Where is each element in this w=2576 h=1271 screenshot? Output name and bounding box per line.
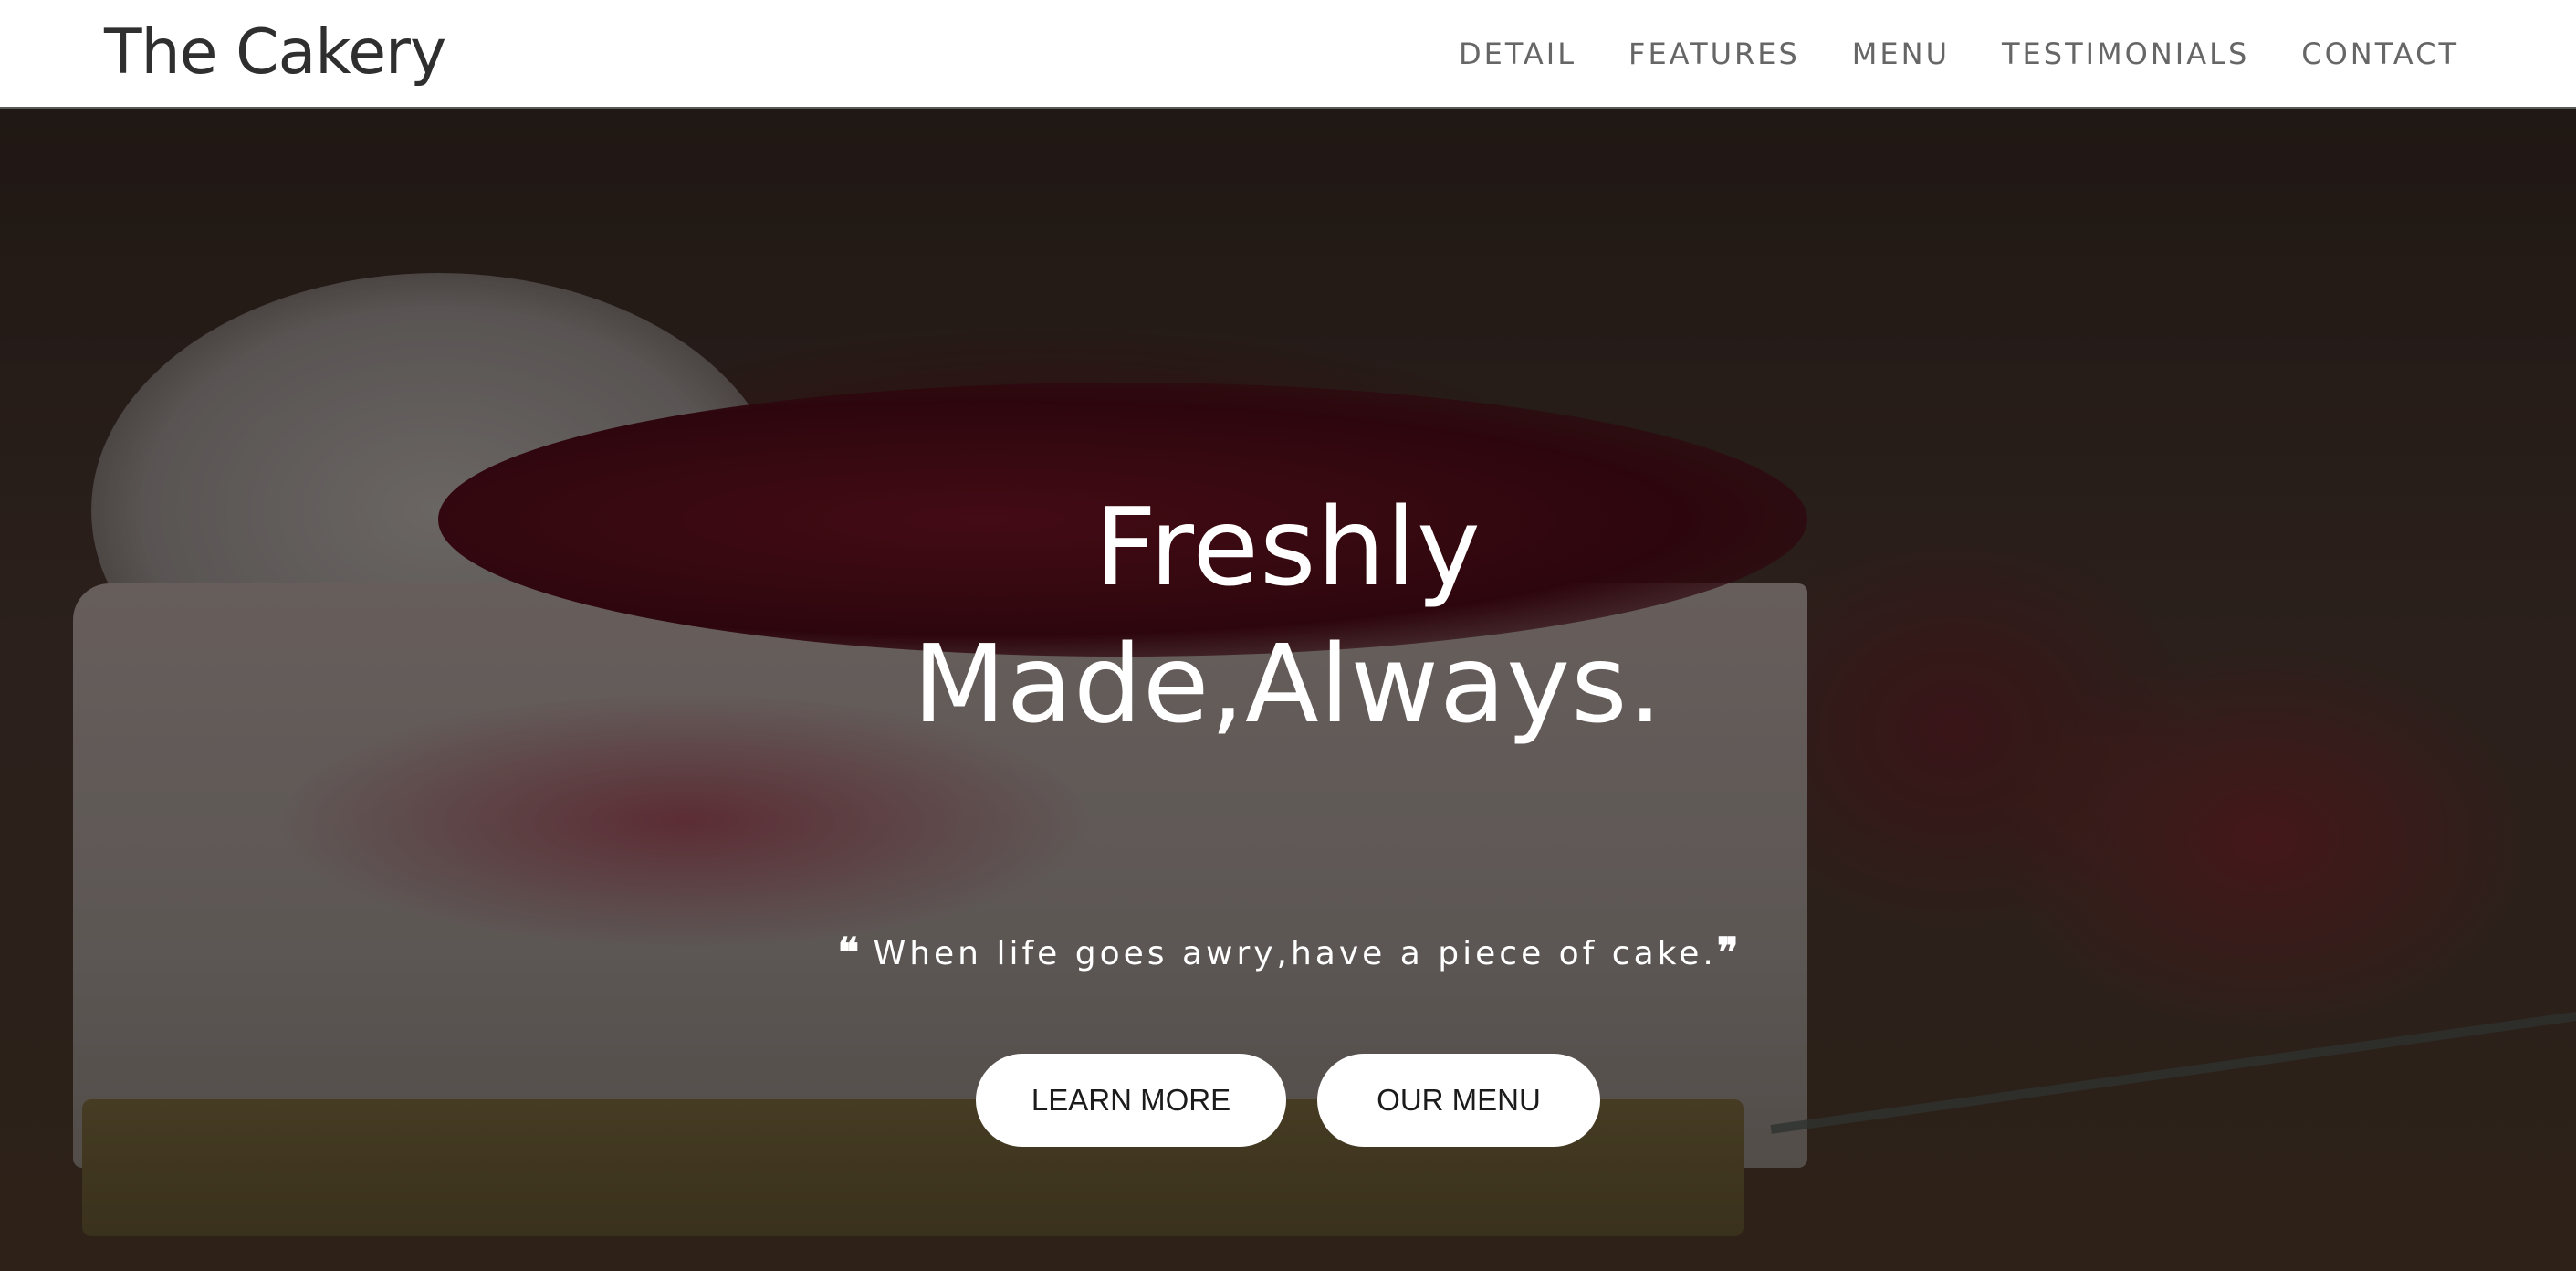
- nav-link-testimonials[interactable]: TESTIMONIALS: [2002, 34, 2249, 74]
- quote-open-icon: ❝: [837, 930, 860, 976]
- quote-close-icon: ❞: [1716, 930, 1739, 976]
- nav-link-detail[interactable]: DETAIL: [1459, 34, 1576, 74]
- nav-link-features[interactable]: FEATURES: [1628, 34, 1800, 74]
- navbar: The Cakery DETAIL FEATURES MENU TESTIMON…: [0, 0, 2576, 109]
- hero-quote: ❝ When life goes awry,have a piece of ca…: [0, 930, 2576, 977]
- hero-section: Freshly Made,Always. ❝ When life goes aw…: [0, 109, 2576, 1271]
- brand-logo[interactable]: The Cakery: [104, 16, 446, 89]
- hero-title-line-1: Freshly: [1094, 484, 1482, 610]
- hero-quote-text: When life goes awry,have a piece of cake…: [873, 935, 1717, 972]
- nav-links: DETAIL FEATURES MENU TESTIMONIALS CONTAC…: [1407, 34, 2459, 74]
- nav-link-contact[interactable]: CONTACT: [2301, 34, 2459, 74]
- hero-title-line-2: Made,Always.: [912, 621, 1664, 747]
- our-menu-button[interactable]: OUR MENU: [1317, 1054, 1600, 1147]
- hero-title: Freshly Made,Always.: [0, 478, 2576, 752]
- nav-link-menu[interactable]: MENU: [1852, 34, 1950, 74]
- hero-buttons: LEARN MORE OUR MENU: [0, 1054, 2576, 1147]
- learn-more-button[interactable]: LEARN MORE: [976, 1054, 1286, 1147]
